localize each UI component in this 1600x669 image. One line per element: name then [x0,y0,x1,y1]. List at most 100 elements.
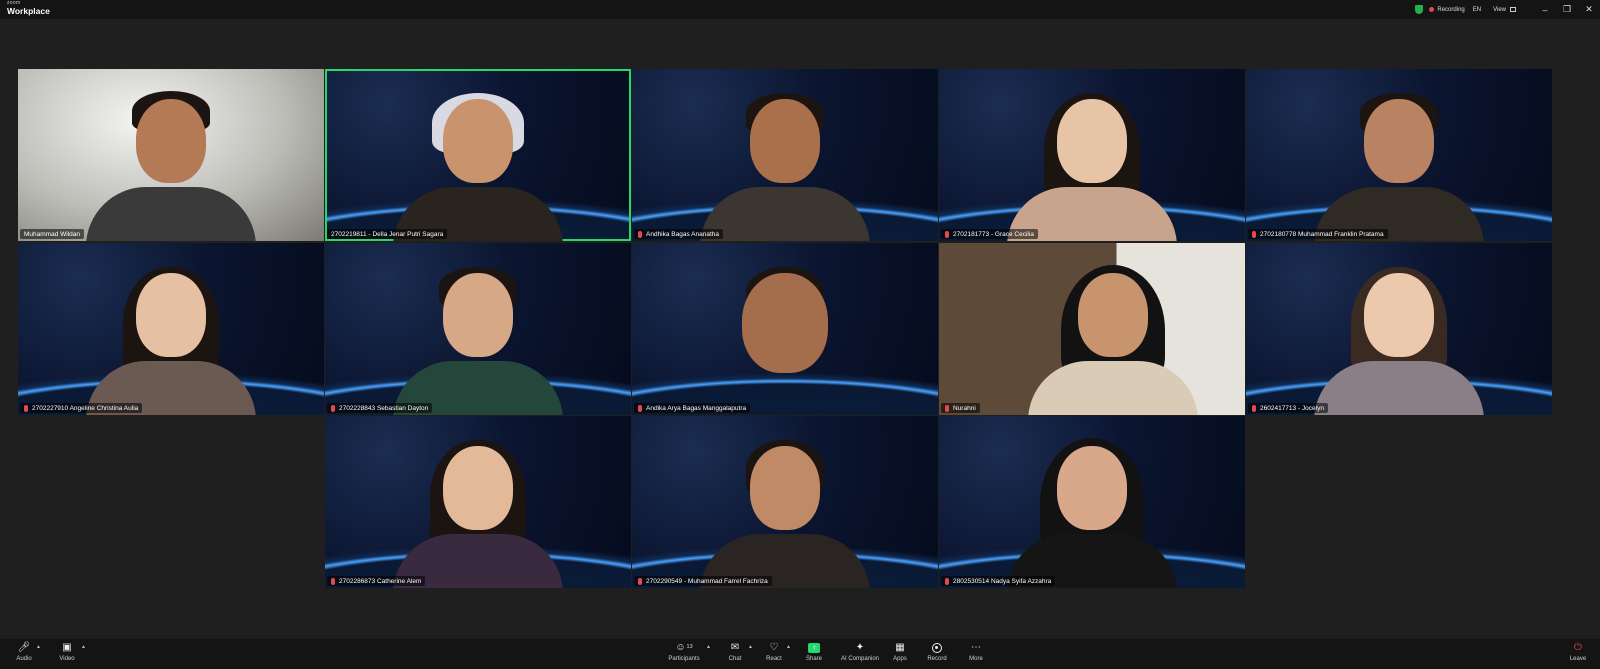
participant-body [1028,361,1199,415]
mic-muted-icon [945,230,949,238]
mic-muted-icon [638,404,642,412]
participant-name-bar: 2702286873 Catherine Alem [327,576,426,586]
record-button[interactable]: Record [915,641,959,662]
mic-muted-icon [331,577,335,585]
participant-face [443,446,513,530]
participant-name: 2702286873 Catherine Alem [339,577,422,585]
title-bar-controls: Recording EN View – ❐ ✕ [1415,0,1600,19]
participant-name: 2602417713 - Jocelyn [1260,404,1324,412]
meeting-toolbar: 🎤︎ Audio ▲ ▣ Video ▲ ☺ 13 Participants ▲ … [0,639,1600,669]
participant-body [700,187,870,241]
record-label: Record [927,656,947,662]
ai-companion-icon: ✦ [855,642,865,653]
participant-name-bar: 2702181773 - Grace Cecilia [941,229,1038,239]
grid-view-icon[interactable] [1510,7,1516,12]
record-icon [932,643,942,653]
participant-tile[interactable]: 2702181773 - Grace Cecilia [939,69,1245,241]
restore-button[interactable]: ❐ [1556,4,1578,15]
video-gallery: Muhammad Wildan 2702219811 - Della Jenar… [0,19,1600,639]
participant-name-bar: Andhika Bagas Ananatha [634,229,724,239]
title-bar: zoom Workplace Recording EN View – ❐ ✕ [0,0,1600,19]
participant-face [750,99,820,183]
share-icon: ↑ [808,643,820,653]
participant-tile[interactable]: Andika Arya Bagas Manggalaputra [632,243,938,415]
language-button[interactable]: EN [1473,7,1481,13]
view-button[interactable]: View [1493,7,1506,13]
close-button[interactable]: ✕ [1578,4,1600,15]
participant-tile[interactable]: Andhika Bagas Ananatha [632,69,938,241]
share-icon-wrap: ↑ [792,641,836,655]
ai-companion-label: AI Companion [840,656,880,662]
leave-button[interactable]: ⏻ Leave [1556,641,1600,663]
participants-button[interactable]: ☺ 13 Participants [662,641,706,663]
more-button[interactable]: ⋯ More [954,641,998,663]
recording-indicator[interactable]: Recording [1429,7,1465,13]
participant-name-bar: 2702219811 - Della Jenar Putri Sagara [327,229,448,239]
participant-name-bar: Andika Arya Bagas Manggalaputra [634,403,751,413]
chat-label: Chat [728,656,742,662]
mic-muted-icon [24,404,28,412]
participant-name: 2702180778 Muhammad Franklin Pratama [1260,230,1384,238]
participant-face [1364,99,1434,183]
minimize-button[interactable]: – [1534,5,1556,15]
video-options-caret-icon[interactable]: ▲ [81,644,86,650]
participants-count: 13 [686,644,693,651]
mic-muted-icon [945,577,949,585]
participant-tile[interactable]: 2802530514 Nadya Syifa Azzahra [939,416,1245,588]
video-label: Video [59,656,75,662]
react-label: React [766,656,782,662]
participant-tile[interactable]: Nurahni [939,243,1245,415]
participant-name-bar: 2602417713 - Jocelyn [1248,403,1328,413]
participant-face [136,273,206,357]
participant-name: Andika Arya Bagas Manggalaputra [646,404,747,412]
participant-name: Nurahni [953,404,976,412]
participant-name: 2802530514 Nadya Syifa Azzahra [953,577,1052,585]
participant-face [742,273,828,373]
participant-name: 2702290549 - Muhammad Farrel Fachriza [646,577,768,585]
participant-name: Andhika Bagas Ananatha [646,230,720,238]
ai-companion-button[interactable]: ✦ AI Companion [838,641,882,663]
participant-tile-active-speaker[interactable]: 2702219811 - Della Jenar Putri Sagara [325,69,631,241]
participant-body [86,187,256,241]
leave-icon: ⏻ [1574,642,1582,653]
more-icon: ⋯ [971,642,981,653]
participant-face [750,446,820,530]
participant-tile[interactable]: Muhammad Wildan [18,69,324,241]
participant-name-bar: 2802530514 Nadya Syifa Azzahra [941,576,1056,586]
participant-tile[interactable]: 2602417713 - Jocelyn [1246,243,1552,415]
participant-face [443,99,513,183]
participant-name-bar: 2702228843 Sebastian Dayton [327,403,433,413]
participant-face [1057,446,1127,530]
react-options-caret-icon[interactable]: ▲ [786,644,791,650]
participant-name-bar: Muhammad Wildan [20,229,84,239]
participants-label: Participants [668,656,700,662]
recording-dot-icon [1429,7,1435,12]
participants-options-caret-icon[interactable]: ▲ [706,644,711,650]
participant-name-bar: Nurahni [941,403,980,413]
mic-muted-icon [945,404,949,412]
more-label: More [969,656,983,662]
audio-options-caret-icon[interactable]: ▲ [36,644,41,650]
mic-muted-icon [1252,230,1256,238]
participant-name: 2702181773 - Grace Cecilia [953,230,1034,238]
mic-muted-icon [331,404,335,412]
participant-name-bar: 2702227910 Angeline Christina Aulia [20,403,143,413]
share-button[interactable]: ↑ Share [792,641,836,662]
participant-tile[interactable]: 2702180778 Muhammad Franklin Pratama [1246,69,1552,241]
participant-face [136,99,206,183]
participant-name-bar: 2702290549 - Muhammad Farrel Fachriza [634,576,772,586]
participants-icon: ☺ 13 [675,642,693,653]
zoom-logo: zoom Workplace [7,1,50,16]
participant-tile[interactable]: 2702286873 Catherine Alem [325,416,631,588]
share-label: Share [805,656,822,662]
participant-tile[interactable]: 2702290549 - Muhammad Farrel Fachriza [632,416,938,588]
record-icon-wrap [915,641,959,655]
participant-name: 2702219811 - Della Jenar Putri Sagara [331,230,444,238]
shield-icon[interactable] [1415,5,1424,14]
audio-label: Audio [16,656,32,662]
participant-tile[interactable]: 2702228843 Sebastian Dayton [325,243,631,415]
participant-face [1057,99,1127,183]
mic-muted-icon [1252,404,1256,412]
participant-tile[interactable]: 2702227910 Angeline Christina Aulia [18,243,324,415]
participant-name: Muhammad Wildan [24,230,80,238]
